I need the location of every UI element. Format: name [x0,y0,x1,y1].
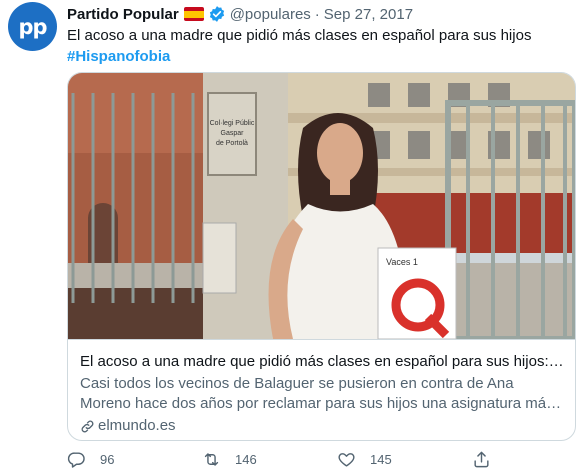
reply-button[interactable]: 96 [67,450,114,469]
card-title[interactable]: El acoso a una madre que pidió más clase… [80,352,566,372]
avatar-logo-text: pp [18,14,47,39]
header-separator: · [314,5,320,23]
tweet-text: El acoso a una madre que pidió más clase… [67,25,572,67]
retweet-button[interactable]: 146 [202,450,257,469]
share-button[interactable] [472,450,505,469]
tweet-actions: 96 146 145 [67,450,507,472]
card-body[interactable]: El acoso a una madre que pidió más clase… [80,352,566,436]
link-card[interactable]: Col·legi Públic Gaspar de Portolà Vaces … [67,72,576,441]
spain-flag-icon [183,7,204,21]
like-count: 145 [370,452,392,467]
tweet-header: Partido Popular @populares · Sep 27, 201… [67,4,413,24]
tweet-body: El acoso a una madre que pidió más clase… [67,27,532,44]
card-domain[interactable]: elmundo.es [80,416,566,436]
author-name[interactable]: Partido Popular [67,6,179,23]
school-sign-line-3: de Portolà [216,140,248,147]
hashtag-link[interactable]: #Hispanofobia [67,46,572,67]
school-sign-line-2: Gaspar [221,130,245,137]
verified-badge-icon [209,6,224,22]
avatar[interactable]: pp [8,2,57,51]
card-domain-text: elmundo.es [98,417,176,434]
retweet-icon [204,453,219,466]
retweet-count: 146 [235,452,257,467]
share-icon [474,451,489,468]
heart-icon [338,453,355,467]
book-title: Vaces 1 [386,257,418,267]
card-photo[interactable]: Col·legi Públic Gaspar de Portolà Vaces … [68,73,575,340]
card-description[interactable]: Casi todos los vecinos de Balaguer se pu… [80,374,566,414]
reply-count: 96 [100,452,115,467]
tweet-date[interactable]: Sep 27, 2017 [324,6,413,23]
link-icon [81,420,94,432]
like-button[interactable]: 145 [337,450,392,469]
school-sign-line-1: Col·legi Públic [210,120,255,127]
author-handle[interactable]: @populares [230,6,311,23]
reply-icon [67,452,85,468]
